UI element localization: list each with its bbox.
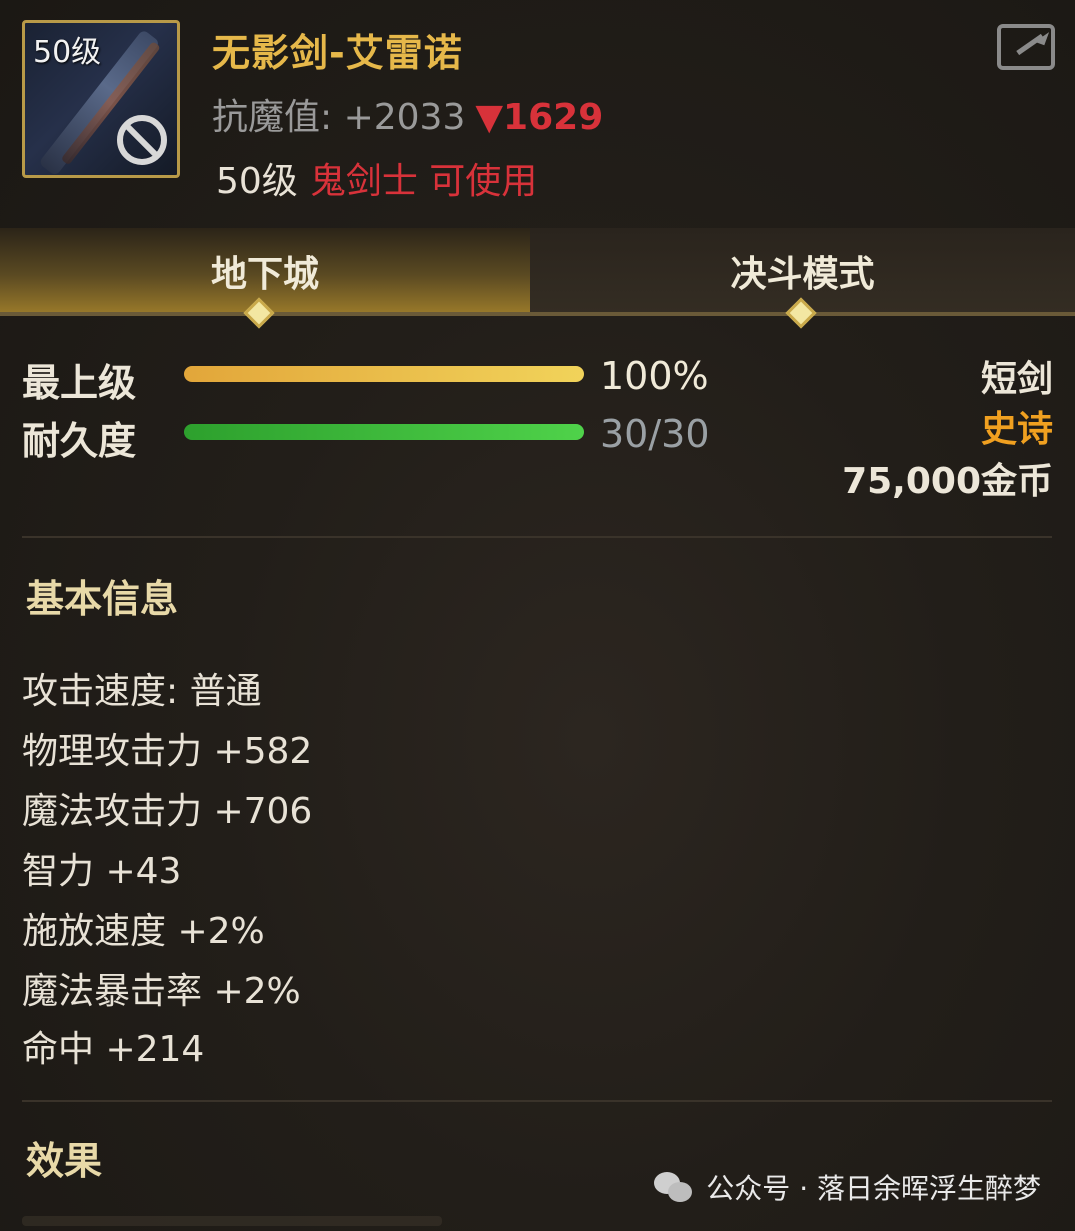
grade-bar (184, 366, 584, 382)
watermark-text: 公众号 · 落日余晖浮生醉梦 (706, 1172, 1041, 1205)
wechat-icon (654, 1170, 694, 1204)
tab-dungeon[interactable]: 地下城 (0, 228, 530, 314)
tab-underline (0, 312, 1075, 316)
attribute-item: 魔法攻击力 +706 (22, 791, 313, 832)
requirement-row: 50级 鬼剑士 可使用 (216, 152, 537, 204)
item-tooltip-panel: 50级 无影剑-艾雷诺 抗魔值: +2033 ▼1629 50级 鬼剑士 可使用 地… (0, 0, 1075, 1231)
required-class: 鬼剑士 可使用 (309, 161, 538, 202)
grade-label: 最上级 (22, 361, 137, 405)
grade-bar-fill (184, 366, 584, 382)
attribute-item: 命中 +214 (22, 1029, 205, 1070)
mode-tabs: 地下城 决斗模式 (0, 218, 1075, 329)
durability-bar-fill (184, 424, 584, 440)
section-effect: 效果 (26, 1139, 103, 1183)
truncated-text-line (22, 1216, 442, 1226)
item-level-badge: 50级 (33, 35, 102, 70)
attribute-item: 施放速度 +2% (22, 911, 265, 952)
section-basic-info: 基本信息 (26, 577, 179, 621)
price: 75,000金币 (842, 461, 1053, 502)
attribute-item: 魔法暴击率 +2% (22, 971, 301, 1012)
durability-bar (184, 424, 584, 440)
attribute-item: 智力 +43 (22, 851, 182, 892)
durability-value: 30/30 (600, 412, 710, 456)
item-icon[interactable]: 50级 (22, 20, 180, 178)
durability-label: 耐久度 (22, 419, 137, 463)
forbidden-icon (117, 115, 167, 165)
resist-value: 抗魔值: +2033 (212, 97, 466, 138)
share-icon[interactable] (997, 24, 1055, 70)
attribute-item: 物理攻击力 +582 (22, 731, 313, 772)
resist-diff: ▼1629 (475, 97, 604, 138)
item-name: 无影剑-艾雷诺 (212, 31, 463, 75)
weapon-type: 短剑 (980, 359, 1053, 400)
resist-row: 抗魔值: +2033 ▼1629 (212, 88, 603, 140)
grade-value: 100% (600, 354, 709, 398)
rarity: 史诗 (980, 409, 1053, 450)
required-level: 50级 (216, 161, 298, 202)
watermark: 公众号 · 落日余晖浮生醉梦 (654, 1167, 1041, 1207)
divider (22, 536, 1052, 538)
divider (22, 1100, 1052, 1102)
attribute-item: 攻击速度: 普通 (22, 671, 262, 712)
